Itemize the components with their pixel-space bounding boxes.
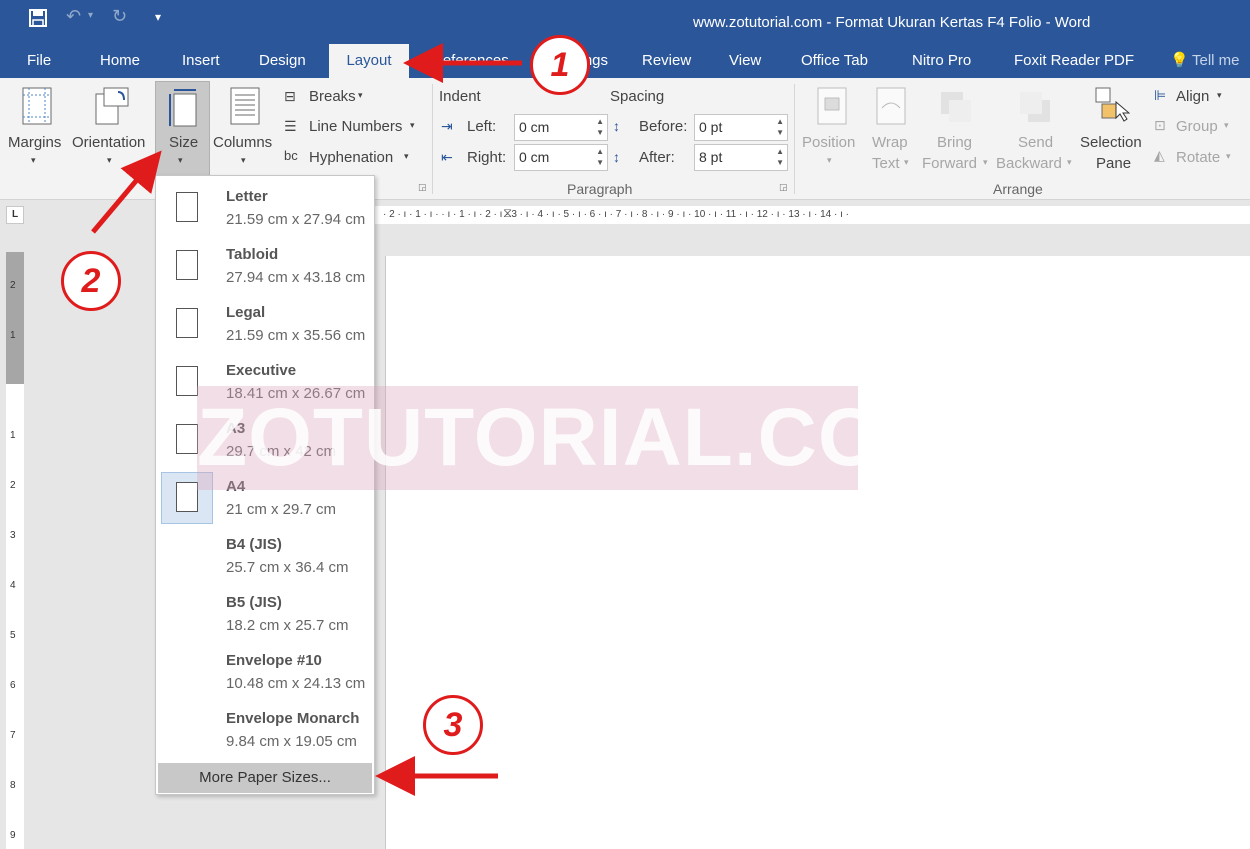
annotation-step-1: 1 — [530, 35, 590, 95]
arrow-to-size-button — [91, 150, 162, 234]
annotation-step-2: 2 — [61, 251, 121, 311]
annotation-arrows — [91, 43, 522, 796]
annotation-step-3: 3 — [423, 695, 483, 755]
